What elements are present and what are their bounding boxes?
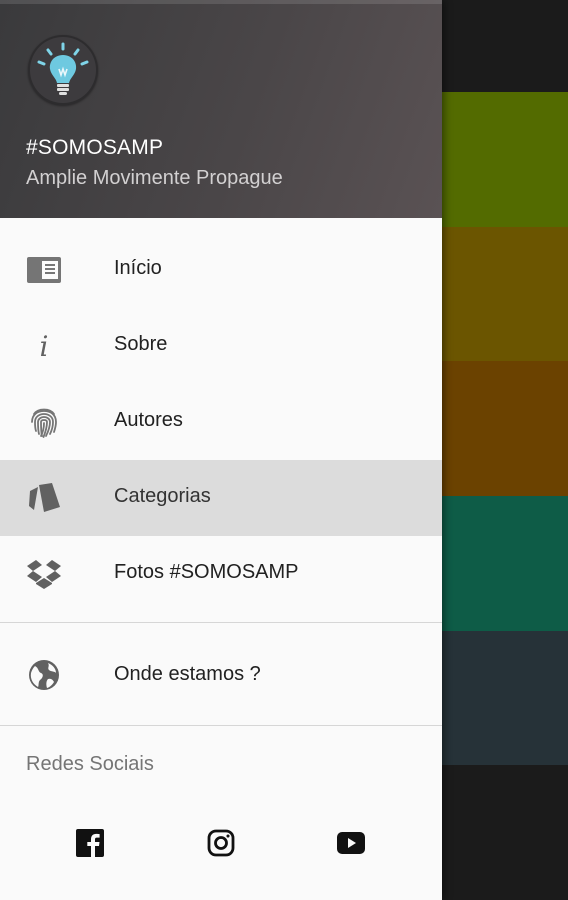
youtube-icon[interactable]: [334, 826, 368, 860]
social-section-label: Redes Sociais: [26, 753, 154, 775]
globe-icon: [24, 655, 64, 695]
menu-item-fotos[interactable]: Fotos #SOMOSAMP: [0, 536, 442, 612]
menu-item-autores[interactable]: Autores: [0, 384, 442, 460]
dropbox-icon: [24, 554, 64, 594]
drawer-header: #SOMOSAMP Amplie Movimente Propague: [0, 0, 442, 218]
avatar[interactable]: [28, 35, 98, 105]
menu-divider: [0, 622, 442, 623]
fingerprint-icon: [24, 402, 64, 442]
header-subtitle: Amplie Movimente Propague: [26, 167, 283, 189]
instagram-icon[interactable]: [204, 826, 238, 860]
menu-item-onde-estamos[interactable]: Onde estamos ?: [0, 637, 442, 713]
header-title: #SOMOSAMP: [26, 136, 164, 159]
menu-item-inicio[interactable]: Início: [0, 232, 442, 308]
navigation-drawer: #SOMOSAMP Amplie Movimente Propague Iníc…: [0, 0, 442, 900]
drawer-menu: Início i Sobre Autores Categorias Fotos …: [0, 232, 442, 612]
menu-item-label: Onde estamos ?: [114, 663, 261, 685]
menu-item-label: Sobre: [114, 333, 168, 355]
facebook-icon[interactable]: [73, 826, 107, 860]
header-top-line: [0, 0, 442, 4]
tag-icon: [24, 478, 64, 518]
lightbulb-icon: [37, 42, 89, 95]
menu-item-categorias[interactable]: Categorias: [0, 460, 442, 536]
menu-item-label: Fotos #SOMOSAMP: [114, 561, 299, 583]
menu-item-label: Categorias: [114, 485, 211, 507]
menu-item-label: Início: [114, 257, 162, 279]
newspaper-icon: [24, 250, 64, 290]
info-icon: i: [39, 329, 49, 363]
menu-item-label: Autores: [114, 409, 183, 431]
menu-divider: [0, 725, 442, 726]
menu-item-sobre[interactable]: i Sobre: [0, 308, 442, 384]
